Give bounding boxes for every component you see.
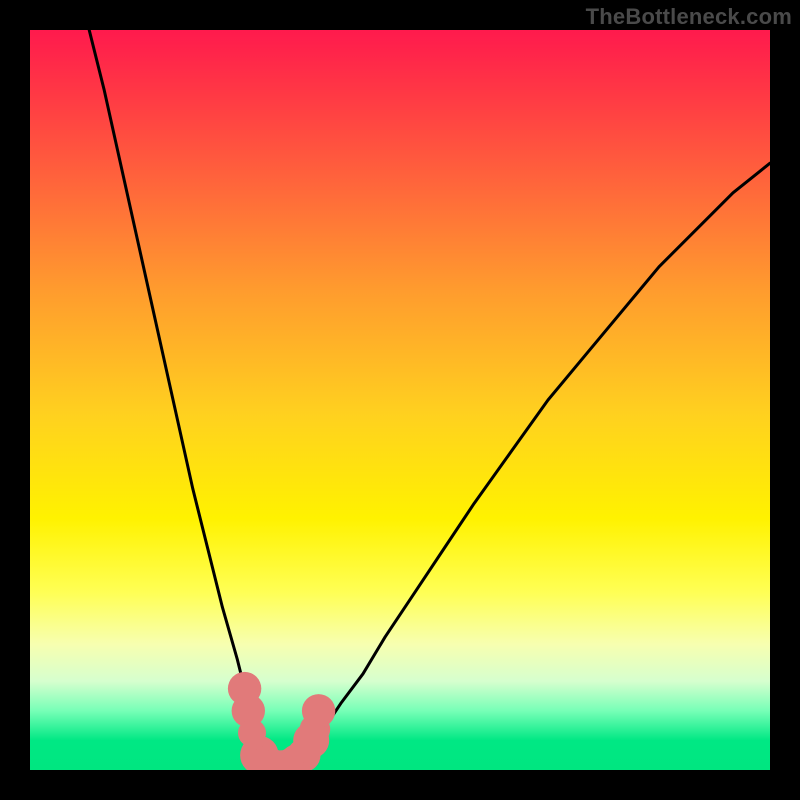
marker-dot bbox=[302, 694, 335, 727]
bottleneck-curve bbox=[89, 30, 770, 766]
curve-layer bbox=[30, 30, 770, 770]
watermark-text: TheBottleneck.com bbox=[586, 4, 792, 30]
plot-area bbox=[30, 30, 770, 770]
chart-frame: TheBottleneck.com bbox=[0, 0, 800, 800]
